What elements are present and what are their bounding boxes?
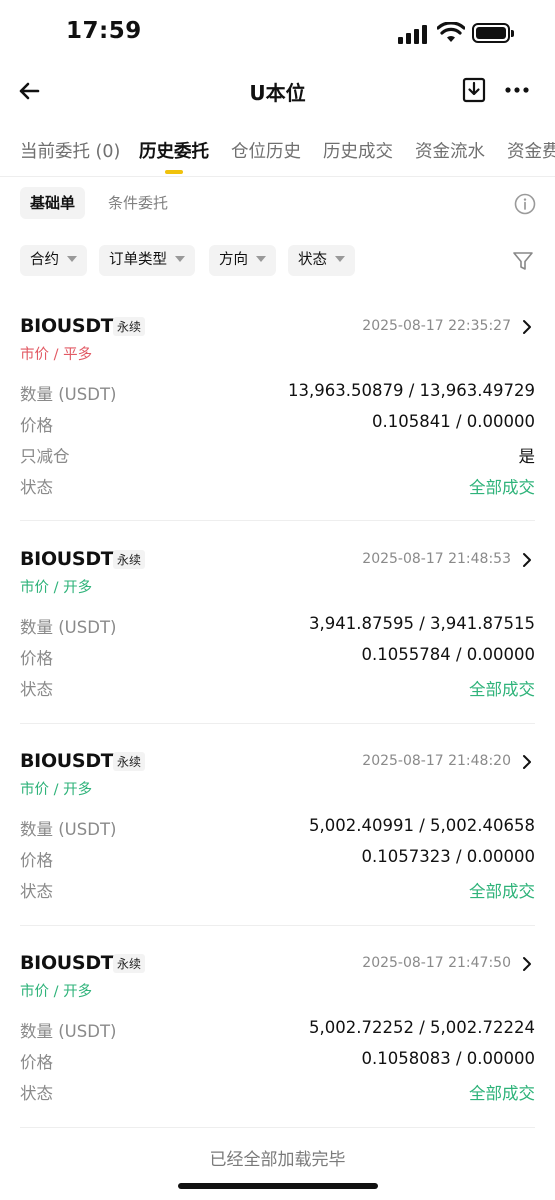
wifi-icon	[437, 22, 465, 42]
order-symbol: BIOUSDT	[20, 750, 114, 772]
active-tab-indicator	[165, 170, 183, 174]
tab-position-history[interactable]: 仓位历史	[231, 138, 301, 163]
nav-bar: U本位	[0, 68, 555, 114]
order-symbol: BIOUSDT	[20, 548, 114, 570]
order-symbol: BIOUSDT	[20, 315, 114, 337]
caret-down-icon	[67, 256, 77, 262]
caret-down-icon	[256, 256, 266, 262]
chevron-right-icon[interactable]	[521, 319, 533, 335]
divider	[0, 176, 555, 177]
filter-order-type[interactable]: 订单类型	[99, 245, 195, 276]
qty-value: 5,002.72252 / 5,002.72224	[309, 1018, 535, 1037]
order-card[interactable]: BIOUSDT 永续 2025-08-17 21:48:20 市价 / 开多 数…	[20, 750, 535, 926]
order-type: 市价 / 开多	[20, 580, 93, 596]
filter-funnel-icon[interactable]	[512, 250, 534, 272]
price-value: 0.105841 / 0.00000	[371, 412, 535, 431]
price-value: 0.1055784 / 0.00000	[361, 645, 535, 664]
order-time: 2025-08-17 21:47:50	[362, 955, 511, 971]
info-icon[interactable]	[514, 193, 536, 215]
filter-label: 方向	[219, 252, 248, 268]
filter-label: 合约	[30, 252, 59, 268]
tab-transaction-history[interactable]: 资金流水	[415, 138, 485, 163]
filter-label: 订单类型	[109, 252, 167, 268]
price-value: 0.1057323 / 0.00000	[361, 847, 535, 866]
order-time: 2025-08-17 22:35:27	[362, 318, 511, 334]
more-icon[interactable]	[503, 78, 531, 102]
tab-open-orders[interactable]: 当前委托 (0)	[20, 138, 120, 163]
status-value: 全部成交	[469, 1084, 535, 1103]
order-type: 市价 / 开多	[20, 782, 93, 798]
reduce-only-label: 只减仓	[20, 447, 70, 466]
order-card[interactable]: BIOUSDT 永续 2025-08-17 22:35:27 市价 / 平多 数…	[20, 315, 536, 521]
perpetual-badge: 永续	[113, 317, 146, 336]
filter-status[interactable]: 状态	[288, 245, 355, 276]
status-bar: 17:59	[0, 0, 555, 68]
battery-icon	[472, 23, 510, 43]
status-label: 状态	[20, 680, 53, 699]
cellular-signal-icon	[398, 24, 430, 44]
price-label: 价格	[20, 1053, 53, 1072]
price-label: 价格	[20, 649, 53, 668]
status-label: 状态	[20, 478, 53, 497]
caret-down-icon	[335, 256, 345, 262]
price-label: 价格	[20, 851, 53, 870]
status-value: 全部成交	[469, 882, 535, 901]
perpetual-badge: 永续	[113, 954, 146, 973]
divider	[20, 1127, 535, 1128]
qty-label: 数量 (USDT)	[20, 820, 117, 839]
order-time: 2025-08-17 21:48:53	[362, 551, 511, 567]
status-value: 全部成交	[469, 680, 535, 699]
order-tabs: 当前委托 (0) 历史委托 仓位历史 历史成交 资金流水 资金费	[0, 132, 555, 176]
qty-label: 数量 (USDT)	[20, 618, 117, 637]
chevron-right-icon[interactable]	[521, 956, 533, 972]
reduce-only-value: 是	[518, 447, 536, 466]
tab-trade-history[interactable]: 历史成交	[323, 138, 393, 163]
list-end-message: 已经全部加载完毕	[209, 1150, 346, 1170]
status-label: 状态	[20, 1084, 53, 1103]
status-value: 全部成交	[469, 478, 535, 497]
qty-value: 3,941.87595 / 3,941.87515	[309, 614, 535, 633]
order-symbol: BIOUSDT	[20, 952, 114, 974]
filter-label: 状态	[298, 252, 327, 268]
filter-direction[interactable]: 方向	[209, 245, 276, 276]
status-label: 状态	[20, 882, 53, 901]
chevron-right-icon[interactable]	[521, 754, 533, 770]
home-indicator[interactable]	[178, 1183, 378, 1189]
subtab-conditional[interactable]: 条件委托	[98, 187, 178, 219]
qty-label: 数量 (USDT)	[20, 385, 117, 404]
perpetual-badge: 永续	[113, 752, 146, 771]
filter-contract[interactable]: 合约	[20, 245, 87, 276]
qty-value: 13,963.50879 / 13,963.49729	[288, 381, 535, 400]
battery-tip	[511, 30, 514, 37]
tab-order-history[interactable]: 历史委托	[139, 138, 209, 163]
order-card[interactable]: BIOUSDT 永续 2025-08-17 21:47:50 市价 / 开多 数…	[20, 952, 535, 1128]
order-card[interactable]: BIOUSDT 永续 2025-08-17 21:48:53 市价 / 开多 数…	[20, 548, 535, 724]
divider	[20, 723, 535, 724]
status-time: 17:59	[66, 18, 142, 44]
price-label: 价格	[20, 416, 53, 435]
order-type: 市价 / 开多	[20, 984, 93, 1000]
divider	[20, 520, 535, 521]
caret-down-icon	[175, 256, 185, 262]
divider	[20, 925, 535, 926]
price-value: 0.1058083 / 0.00000	[361, 1049, 535, 1068]
order-time: 2025-08-17 21:48:20	[362, 753, 511, 769]
qty-value: 5,002.40991 / 5,002.40658	[309, 816, 535, 835]
download-icon[interactable]	[462, 77, 486, 103]
subtab-basic[interactable]: 基础单	[20, 187, 86, 219]
qty-label: 数量 (USDT)	[20, 1022, 117, 1041]
order-type: 市价 / 平多	[20, 347, 93, 363]
perpetual-badge: 永续	[113, 550, 146, 569]
chevron-right-icon[interactable]	[521, 552, 533, 568]
tab-funding-fee[interactable]: 资金费	[507, 138, 555, 163]
